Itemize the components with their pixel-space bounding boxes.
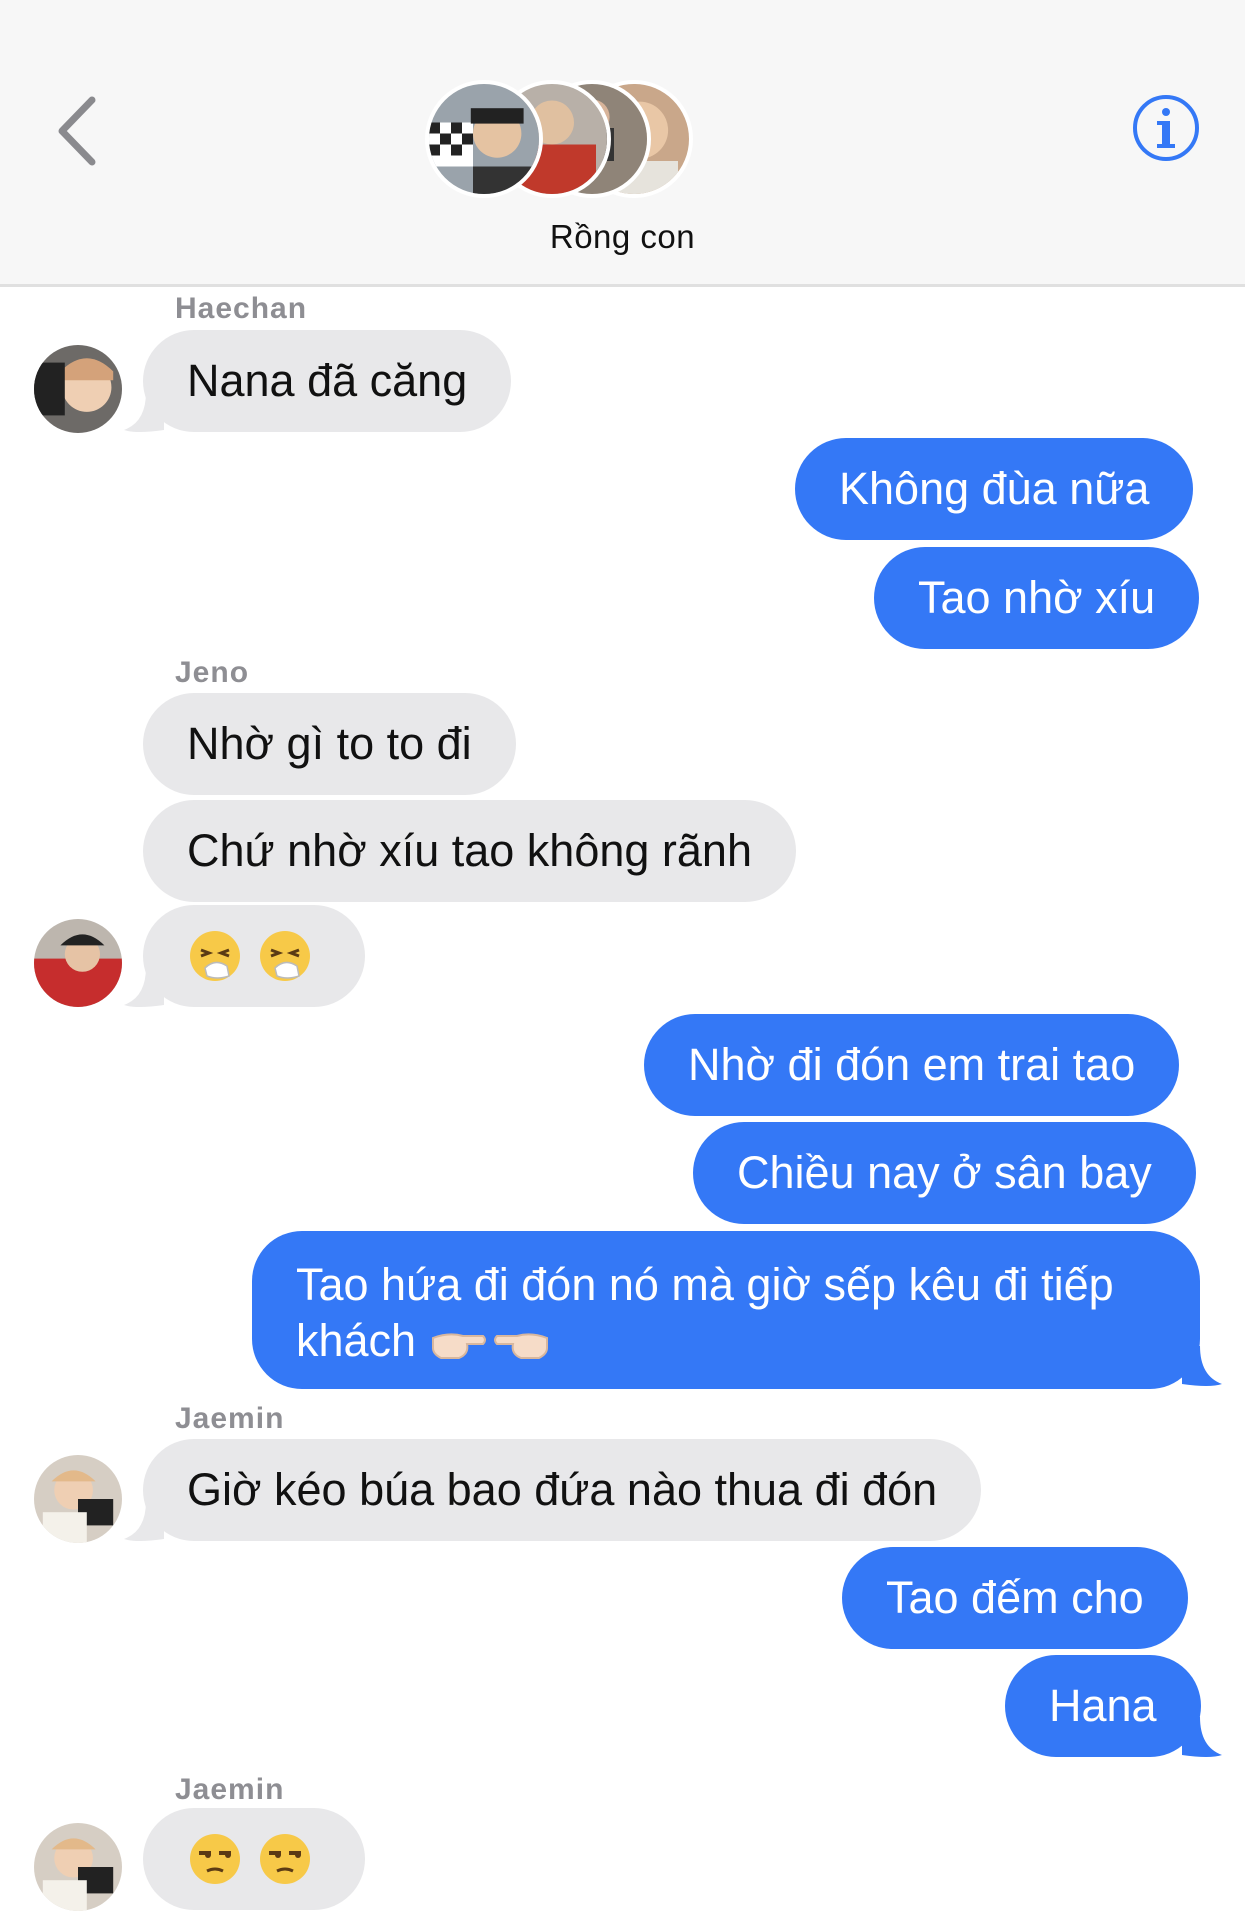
- bubble-tail: [124, 967, 164, 1007]
- chevron-left-icon[interactable]: [52, 94, 102, 168]
- chat-header: Rồng con: [0, 0, 1245, 287]
- incoming-emoji-bubble[interactable]: [143, 1808, 365, 1910]
- unamused-face-emoji: [190, 1834, 240, 1884]
- outgoing-message-bubble[interactable]: Hana: [1005, 1655, 1201, 1757]
- bubble-tail: [124, 392, 164, 432]
- group-member-avatar: [425, 80, 543, 198]
- sneezing-face-emoji: [260, 931, 310, 981]
- bubble-tail: [124, 1501, 164, 1541]
- info-circle-icon[interactable]: [1130, 92, 1202, 164]
- sender-name: Jeno: [175, 656, 250, 689]
- sender-name: Jaemin: [175, 1402, 285, 1435]
- incoming-message-bubble[interactable]: Chứ nhờ xíu tao không rãnh: [143, 800, 796, 902]
- outgoing-message-bubble[interactable]: Nhờ đi đón em trai tao: [644, 1014, 1180, 1116]
- sender-name: Haechan: [175, 292, 308, 325]
- message-text: Tao hứa đi đón nó mà giờ sếp kêu đi tiếp…: [296, 1259, 1114, 1366]
- outgoing-message-bubble[interactable]: Tao hứa đi đón nó mà giờ sếp kêu đi tiếp…: [252, 1231, 1200, 1389]
- avatar[interactable]: [34, 345, 122, 433]
- bubble-tail: [1182, 1346, 1222, 1386]
- pointing-hands-emoji: [429, 1315, 557, 1366]
- incoming-message-bubble[interactable]: Nana đã căng: [143, 330, 512, 432]
- sneezing-face-emoji: [190, 931, 240, 981]
- avatar[interactable]: [34, 1455, 122, 1543]
- pointing-left-hand-emoji: [493, 1333, 548, 1360]
- outgoing-message-bubble[interactable]: Chiều nay ở sân bay: [693, 1122, 1196, 1224]
- bubble-tail: [1182, 1717, 1222, 1757]
- pointing-right-hand-emoji: [431, 1333, 486, 1360]
- avatar[interactable]: [34, 1823, 122, 1911]
- outgoing-message-bubble[interactable]: Tao nhờ xíu: [874, 547, 1200, 649]
- outgoing-message-bubble[interactable]: Không đùa nữa: [795, 438, 1194, 540]
- group-avatar-stack[interactable]: [425, 80, 705, 204]
- unamused-face-emoji: [260, 1834, 310, 1884]
- group-name[interactable]: Rồng con: [0, 218, 1245, 256]
- incoming-emoji-bubble[interactable]: [143, 905, 365, 1007]
- avatar[interactable]: [34, 919, 122, 1007]
- incoming-message-bubble[interactable]: Giờ kéo búa bao đứa nào thua đi đón: [143, 1439, 982, 1541]
- outgoing-message-bubble[interactable]: Tao đếm cho: [842, 1547, 1188, 1649]
- sender-name: Jaemin: [175, 1773, 285, 1806]
- incoming-message-bubble[interactable]: Nhờ gì to to đi: [143, 693, 516, 795]
- emoji-group: [187, 1808, 321, 1910]
- emoji-group: [187, 905, 321, 1007]
